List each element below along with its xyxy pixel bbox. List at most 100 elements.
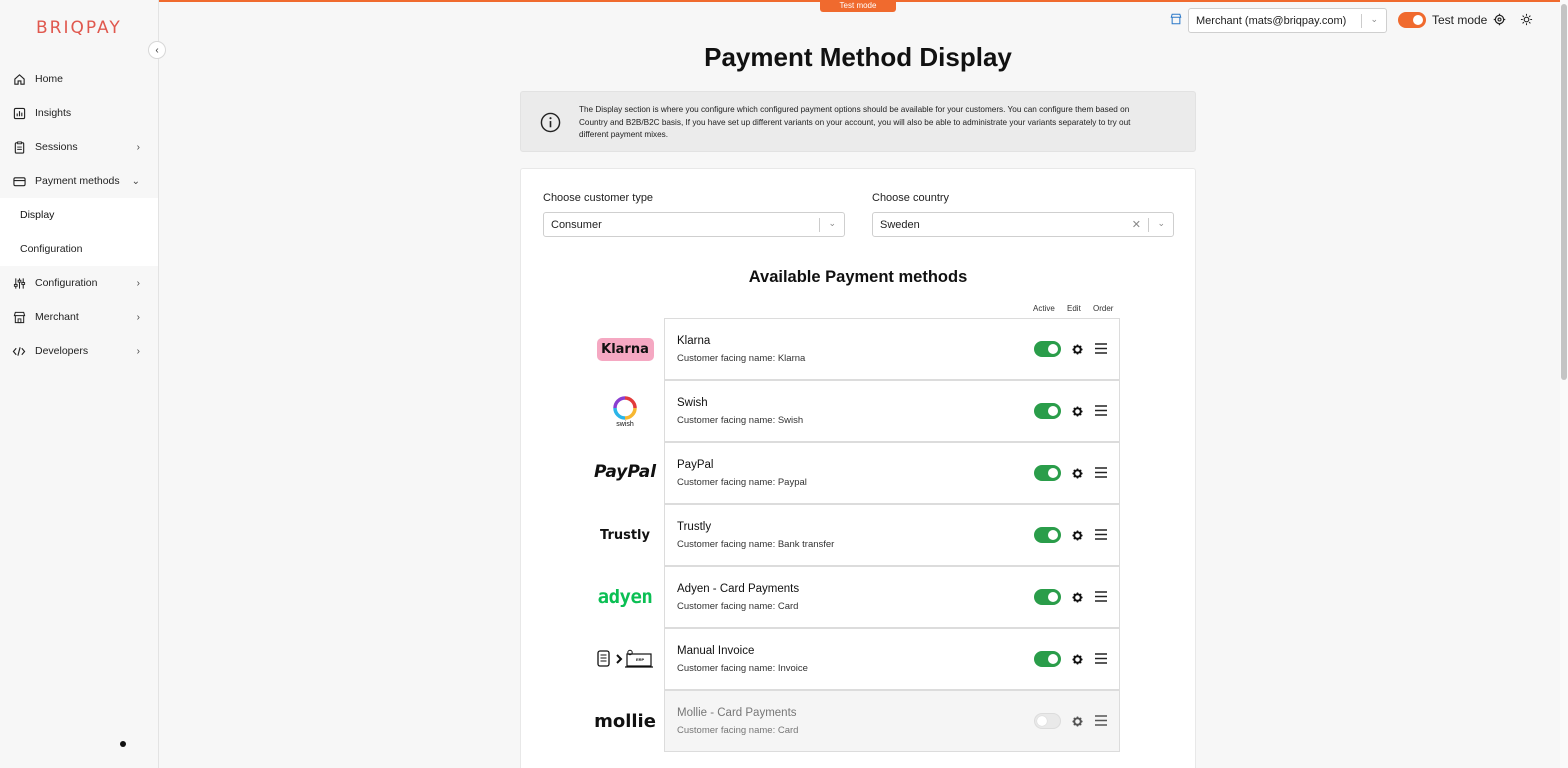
collapse-sidebar-button[interactable]: ‹ [148, 41, 166, 59]
drag-handle-icon[interactable] [1095, 715, 1107, 726]
swish-mark-icon [613, 396, 637, 420]
chevron-right-icon: › [136, 311, 140, 323]
country-value: Sweden [880, 218, 920, 231]
payment-method-name: Mollie - Card Payments [677, 707, 797, 719]
adyen-logo-text: adyen [597, 586, 653, 608]
sidebar-item-configuration[interactable]: Configuration › [0, 266, 158, 300]
payment-method-row-manual-invoice: Manual Invoice Customer facing name: Inv… [664, 628, 1120, 690]
payment-method-name: Manual Invoice [677, 645, 755, 657]
sidebar-item-insights[interactable]: Insights [0, 96, 158, 130]
active-toggle[interactable] [1034, 527, 1061, 543]
trustly-logo: Trustly [596, 524, 654, 546]
payment-method-name: Trustly [677, 521, 712, 533]
sidebar-item-label: Home [35, 73, 64, 85]
paypal-logo-text: PayPal [593, 462, 657, 482]
gear-icon[interactable] [1072, 716, 1083, 727]
sidebar-item-merchant[interactable]: Merchant › [0, 300, 158, 334]
merchant-select-value: Merchant (mats@briqpay.com) [1196, 14, 1347, 27]
store-icon [12, 310, 26, 324]
sidebar-item-label: Payment methods [35, 175, 120, 187]
sidebar-item-label: Merchant [35, 311, 79, 323]
mollie-logo-text: mollie [594, 710, 656, 732]
test-mode-toggle[interactable] [1398, 12, 1426, 28]
active-toggle[interactable] [1034, 713, 1061, 729]
active-toggle[interactable] [1034, 589, 1061, 605]
chevron-right-icon: › [136, 277, 140, 289]
column-header-order: Order [1093, 304, 1114, 313]
chevron-down-icon: ⌄ [1370, 14, 1378, 24]
payment-method-customer-name: Customer facing name: Klarna [677, 353, 806, 364]
klarna-logo: Klarna [596, 336, 654, 362]
customer-type-value: Consumer [551, 218, 602, 231]
sidebar-item-label: Insights [35, 107, 72, 119]
info-box: The Display section is where you configu… [520, 91, 1196, 152]
manual-invoice-logo-text: ERP [636, 657, 645, 662]
sidebar-subitem-display[interactable]: Display [0, 198, 158, 232]
chart-icon [12, 106, 26, 120]
gear-icon[interactable] [1072, 406, 1083, 417]
drag-handle-icon[interactable] [1095, 405, 1107, 416]
select-divider [1148, 218, 1149, 232]
invoice-to-erp-icon [597, 649, 653, 668]
gear-icon[interactable] [1072, 530, 1083, 541]
gear-icon[interactable] [1072, 344, 1083, 355]
sidebar-item-home[interactable]: Home [0, 62, 158, 96]
payment-method-name: Klarna [677, 335, 711, 347]
briqpay-logo[interactable]: BRIQPAY [36, 18, 122, 38]
sidebar-subitem-configuration[interactable]: Configuration [0, 232, 158, 266]
code-icon [12, 344, 26, 358]
drag-handle-icon[interactable] [1095, 529, 1107, 540]
customer-type-select[interactable]: Consumer ⌄ [543, 212, 845, 237]
sidebar-item-sessions[interactable]: Sessions › [0, 130, 158, 164]
active-toggle[interactable] [1034, 341, 1061, 357]
chevron-down-icon: ⌄ [1157, 218, 1165, 228]
sidebar-item-payment-methods[interactable]: Payment methods ⌄ [0, 164, 158, 198]
drag-handle-icon[interactable] [1095, 591, 1107, 602]
drag-handle-icon[interactable] [1095, 343, 1107, 354]
clear-icon[interactable]: ✕ [1132, 218, 1141, 231]
page-scrollbar[interactable] [1560, 0, 1568, 768]
active-toggle[interactable] [1034, 651, 1061, 667]
payment-method-row-mollie: Mollie - Card Payments Customer facing n… [664, 690, 1120, 752]
active-toggle[interactable] [1034, 465, 1061, 481]
adyen-logo: adyen [596, 585, 654, 609]
chevron-right-icon: › [136, 141, 140, 153]
payment-method-row-adyen: Adyen - Card Payments Customer facing na… [664, 566, 1120, 628]
chevron-right-icon: › [136, 345, 140, 357]
theme-toggle-icon[interactable] [1520, 13, 1533, 26]
info-text: The Display section is where you configu… [579, 105, 1131, 139]
sliders-icon [12, 276, 26, 290]
country-label: Choose country [872, 192, 950, 204]
select-divider [1361, 14, 1362, 28]
active-toggle[interactable] [1034, 403, 1061, 419]
country-select[interactable]: Sweden ✕ ⌄ [872, 212, 1174, 237]
payment-method-customer-name: Customer facing name: Card [677, 601, 799, 612]
payment-method-row-swish: Swish Customer facing name: Swish [664, 380, 1120, 442]
info-icon [540, 112, 561, 133]
settings-icon[interactable] [1493, 13, 1506, 26]
gear-icon[interactable] [1072, 468, 1083, 479]
swish-logo: swish [596, 392, 654, 432]
gear-icon[interactable] [1072, 592, 1083, 603]
merchant-select[interactable]: Merchant (mats@briqpay.com) ⌄ [1188, 8, 1387, 33]
trustly-logo-text: Trustly [600, 527, 650, 543]
drag-handle-icon[interactable] [1095, 467, 1107, 478]
payment-method-name: Adyen - Card Payments [677, 583, 800, 595]
sidebar-item-developers[interactable]: Developers › [0, 334, 158, 368]
payment-method-customer-name: Customer facing name: Bank transfer [677, 539, 835, 550]
chevron-down-icon: ⌄ [131, 175, 140, 187]
payment-method-row-paypal: PayPal Customer facing name: Paypal [664, 442, 1120, 504]
gear-icon[interactable] [1072, 654, 1083, 665]
drag-handle-icon[interactable] [1095, 653, 1107, 664]
payment-method-row-trustly: Trustly Customer facing name: Bank trans… [664, 504, 1120, 566]
sidebar-item-label: Configuration [35, 277, 98, 289]
status-dot [120, 741, 126, 747]
page-title: Payment Method Display [704, 42, 1012, 72]
card-icon [12, 174, 26, 188]
manual-invoice-logo: ERP [596, 648, 654, 670]
section-title: Available Payment methods [748, 268, 968, 286]
payment-method-customer-name: Customer facing name: Swish [677, 415, 804, 426]
scrollbar-thumb[interactable] [1561, 4, 1567, 380]
sidebar-nav: Home Insights Sessions › Payment methods… [0, 62, 158, 368]
column-header-active: Active [1033, 304, 1055, 313]
